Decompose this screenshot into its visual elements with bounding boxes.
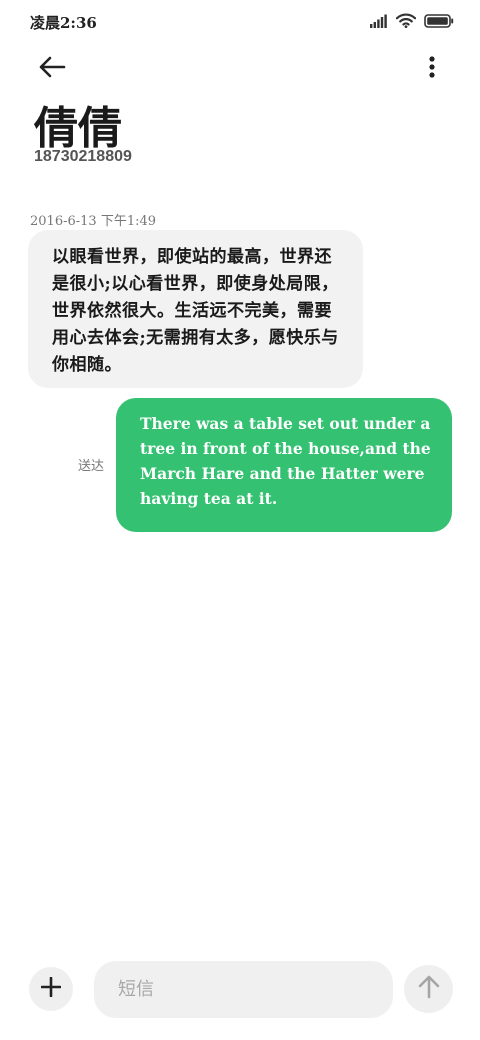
add-attachment-button[interactable] (29, 967, 73, 1011)
battery-icon (424, 13, 454, 32)
send-arrow-up-icon (418, 975, 440, 1003)
wifi-icon (395, 13, 417, 32)
status-icons (370, 13, 454, 32)
send-button[interactable] (404, 965, 453, 1013)
back-button[interactable] (32, 52, 72, 86)
outgoing-message-bubble[interactable]: There was a table set out under a tree i… (116, 398, 452, 532)
status-time: 凌晨2:36 (30, 14, 97, 32)
status-bar: 凌晨2:36 (0, 0, 480, 44)
plus-icon (40, 976, 62, 1001)
back-arrow-icon (38, 56, 66, 82)
message-timestamp: 2016-6-13 下午1:49 (30, 214, 157, 229)
contact-number: 18730218809 (34, 148, 132, 165)
delivery-status: 送达 (78, 459, 105, 474)
outgoing-message-text: There was a table set out under a tree i… (140, 414, 431, 508)
more-options-button[interactable] (422, 52, 442, 86)
incoming-message-text: 以眼看世界，即使站的最高，世界还是很小;以心看世界，即使身处局限，世界依然很大。… (52, 247, 339, 375)
top-bar (0, 44, 480, 94)
more-vertical-icon (429, 56, 435, 82)
message-input[interactable] (94, 961, 393, 1018)
incoming-message-bubble[interactable]: 以眼看世界，即使站的最高，世界还是很小;以心看世界，即使身处局限，世界依然很大。… (28, 230, 363, 388)
message-composer (0, 955, 480, 1025)
signal-bars-icon (370, 13, 388, 32)
